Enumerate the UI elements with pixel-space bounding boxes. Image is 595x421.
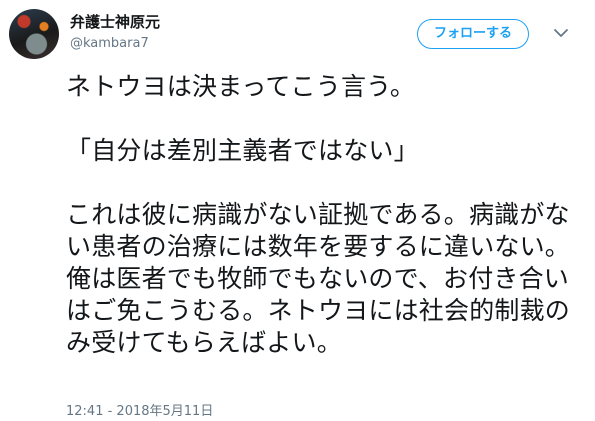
follow-button[interactable]: フォローする (417, 19, 529, 49)
chevron-down-icon[interactable] (552, 24, 570, 42)
tweet-timestamp[interactable]: 12:41 - 2018年5月11日 (66, 403, 213, 421)
display-name[interactable]: 弁護士神原元 (70, 12, 160, 32)
avatar[interactable] (9, 9, 59, 59)
tweet-text: ネトウヨは決まってこう言う。 「自分は差別主義者ではない」 これは彼に病識がない… (66, 72, 571, 357)
user-handle[interactable]: @kambara7 (70, 35, 149, 53)
